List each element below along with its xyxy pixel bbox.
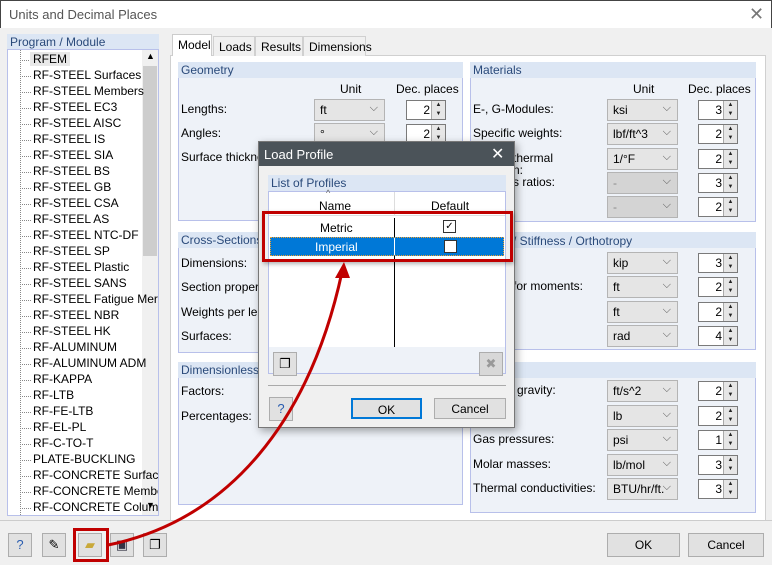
callout-arrow: [107, 262, 350, 547]
arrow-head: [335, 262, 350, 278]
